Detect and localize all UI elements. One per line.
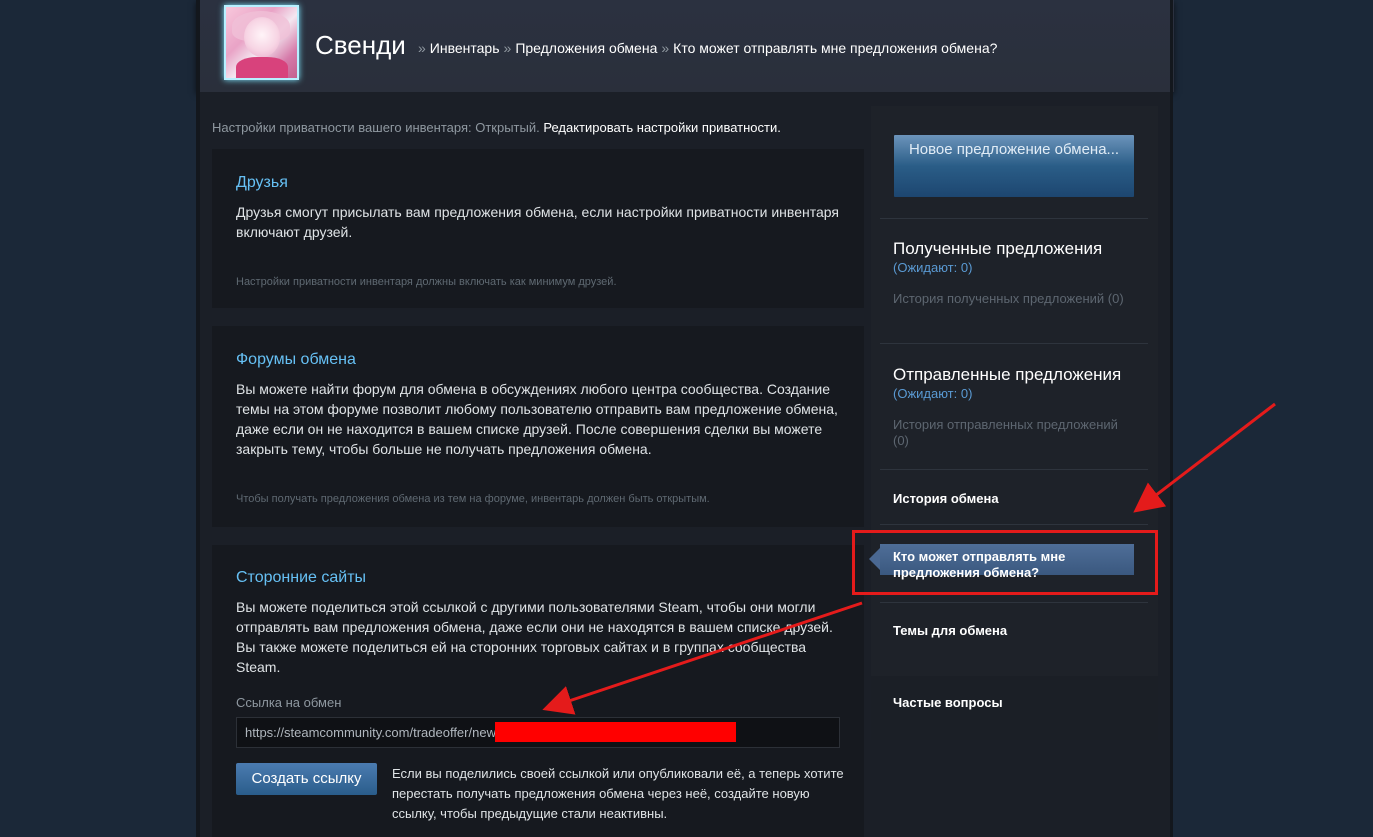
frame-border-right <box>1170 0 1173 837</box>
friends-note: Настройки приватности инвентаря должны в… <box>236 276 617 288</box>
page-background-left <box>0 0 200 837</box>
persona-name[interactable]: Свенди <box>315 30 406 61</box>
new-offer-button[interactable]: Новое предложение обмена... <box>894 135 1134 197</box>
breadcrumb: » Инвентарь» Предложения обмена» Кто может … <box>414 40 997 56</box>
sent-history-link[interactable]: История отправленных предложений (0) <box>893 417 1133 449</box>
breadcrumb-current: Кто может отправлять мне предложения обм… <box>673 40 998 56</box>
forums-section: Форумы обмена Вы можете найти форум для … <box>212 326 864 527</box>
avatar-face <box>244 17 280 57</box>
frame-border-left <box>196 0 200 837</box>
forums-note: Чтобы получать предложения обмена из тем… <box>236 493 710 505</box>
redaction-bar <box>495 722 736 742</box>
avatar[interactable] <box>224 5 299 80</box>
privacy-text: Настройки приватности вашего инвентаря: … <box>212 120 540 135</box>
page-background-right <box>1170 0 1373 837</box>
received-offers-title[interactable]: Полученные предложения <box>893 239 1102 259</box>
received-waiting-count[interactable]: (Ожидают: 0) <box>893 260 972 275</box>
forums-title: Форумы обмена <box>236 351 356 368</box>
sidebar-item-trade-topics[interactable]: Темы для обмена <box>893 623 1007 638</box>
trade-link-label: Ссылка на обмен <box>236 695 342 710</box>
friends-section: Друзья Друзья смогут присылать вам предл… <box>212 149 864 308</box>
sent-waiting-count[interactable]: (Ожидают: 0) <box>893 386 972 401</box>
received-history-link[interactable]: История полученных предложений (0) <box>893 291 1133 307</box>
breadcrumb-trade-offers[interactable]: Предложения обмена <box>515 40 657 56</box>
breadcrumb-separator: » <box>661 40 670 56</box>
sidebar-divider <box>880 343 1148 344</box>
sidebar-divider <box>880 469 1148 470</box>
breadcrumb-separator: » <box>418 40 426 56</box>
annotation-highlight-box <box>852 530 1158 595</box>
create-link-note: Если вы поделились своей ссылкой или опу… <box>392 766 844 821</box>
sent-offers-title[interactable]: Отправленные предложения <box>893 365 1121 385</box>
breadcrumb-separator: » <box>503 40 512 56</box>
sidebar-divider <box>880 524 1148 525</box>
sidebar-item-faq[interactable]: Частые вопросы <box>893 695 1003 710</box>
privacy-status: Настройки приватности вашего инвентаря: … <box>212 120 781 135</box>
friends-title: Друзья <box>236 174 288 191</box>
third-party-title: Сторонние сайты <box>236 569 367 586</box>
friends-description: Друзья смогут присылать вам предложения … <box>236 204 839 240</box>
create-link-button[interactable]: Создать ссылку <box>236 763 377 795</box>
sidebar-divider <box>880 602 1148 603</box>
third-party-description: Вы можете поделиться этой ссылкой с друг… <box>236 599 833 675</box>
sidebar-divider <box>880 218 1148 219</box>
breadcrumb-inventory[interactable]: Инвентарь <box>430 40 500 56</box>
forums-description: Вы можете найти форум для обмена в обсуж… <box>236 381 838 457</box>
edit-privacy-link[interactable]: Редактировать настройки приватности. <box>543 120 781 135</box>
sidebar-item-trade-history[interactable]: История обмена <box>893 491 999 506</box>
avatar-body <box>236 57 288 78</box>
